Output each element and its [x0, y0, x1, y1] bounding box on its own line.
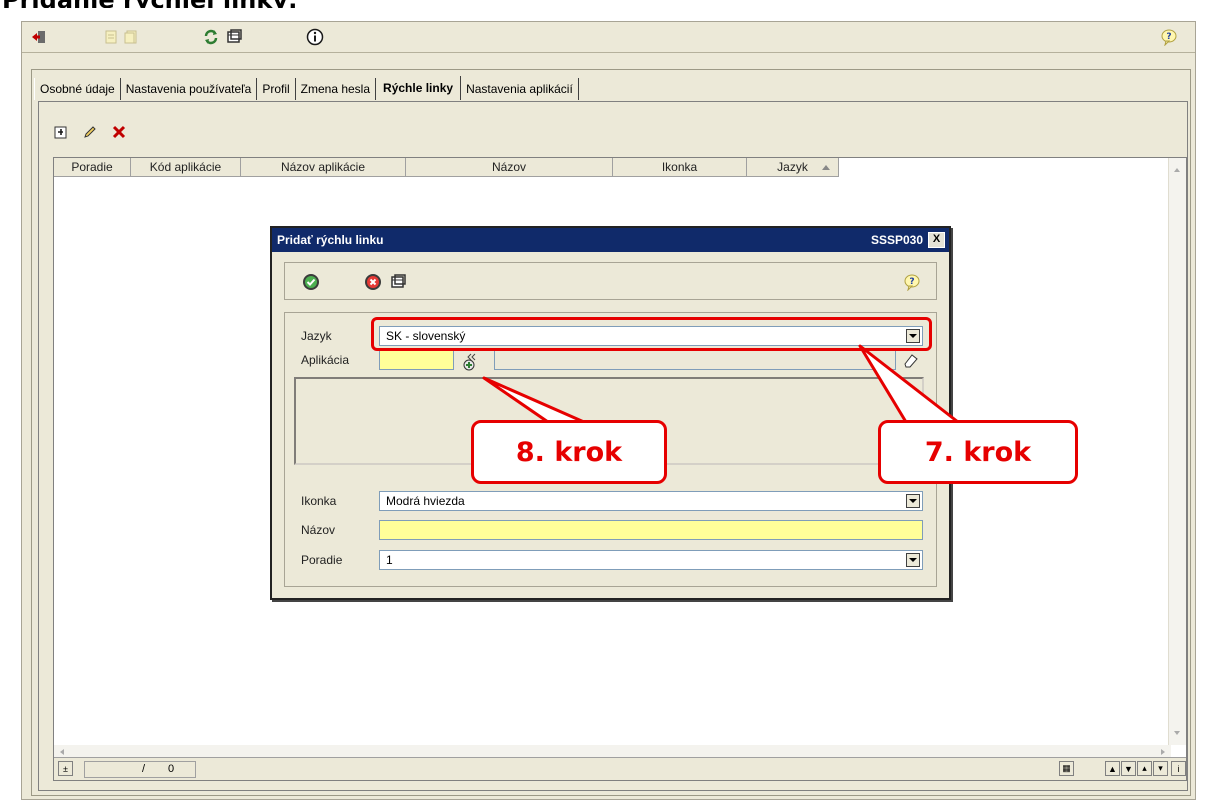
step7-callout: 7. krok [878, 420, 1078, 484]
step8-callout: 8. krok [471, 420, 667, 484]
pointer-step8 [482, 376, 586, 424]
pointer-step7 [858, 344, 960, 424]
callout-pointers [482, 344, 960, 424]
